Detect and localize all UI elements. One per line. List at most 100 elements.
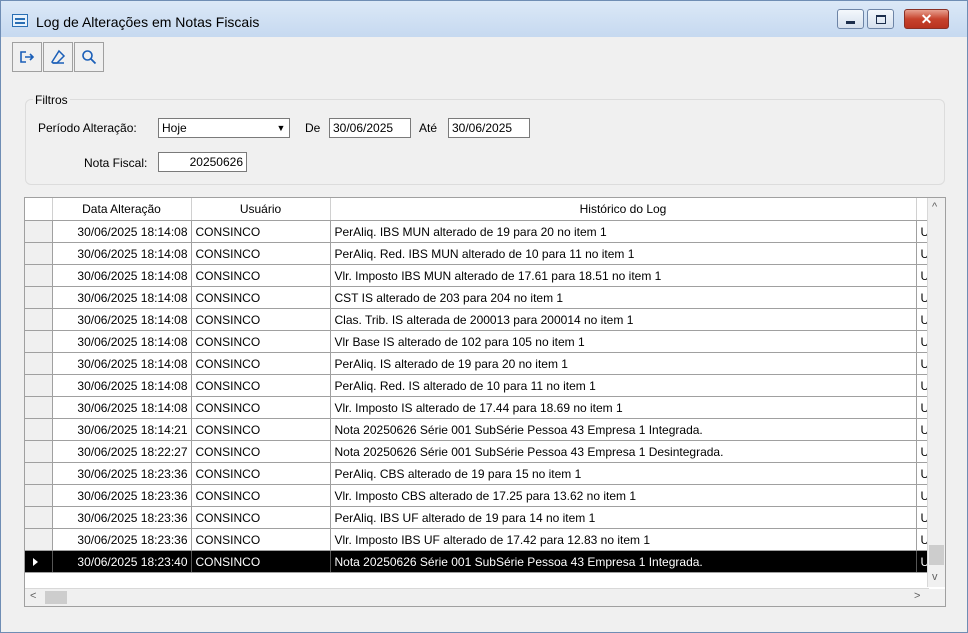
date-cell[interactable]: 30/06/2025 18:23:40 <box>52 550 192 573</box>
log-cell[interactable]: Nota 20250626 Série 001 SubSérie Pessoa … <box>330 440 917 463</box>
table-row[interactable]: 30/06/2025 18:23:36 CONSINCO Vlr. Imposto … <box>25 484 937 507</box>
de-date-field[interactable]: 30/06/2025 <box>329 118 411 138</box>
periodo-select[interactable]: Hoje ▼ <box>158 118 290 138</box>
log-cell[interactable]: Nota 20250626 Série 001 SubSérie Pessoa … <box>330 418 917 441</box>
row-indicator[interactable] <box>25 286 53 309</box>
row-indicator[interactable] <box>25 242 53 265</box>
date-cell[interactable]: 30/06/2025 18:23:36 <box>52 528 192 551</box>
user-cell[interactable]: CONSINCO <box>191 506 331 529</box>
column-header-user[interactable]: Usuário <box>191 198 331 221</box>
user-cell[interactable]: CONSINCO <box>191 242 331 265</box>
minimize-button[interactable] <box>837 9 864 29</box>
date-cell[interactable]: 30/06/2025 18:14:08 <box>52 308 192 331</box>
user-cell[interactable]: CONSINCO <box>191 418 331 441</box>
exit-button[interactable] <box>12 42 42 72</box>
table-row[interactable]: 30/06/2025 18:14:08 CONSINCO PerAliq. Red.… <box>25 374 937 397</box>
table-row[interactable]: 30/06/2025 18:23:36 CONSINCO PerAliq. IBS … <box>25 506 937 529</box>
date-cell[interactable]: 30/06/2025 18:23:36 <box>52 506 192 529</box>
table-row[interactable]: 30/06/2025 18:14:08 CONSINCO Vlr. Imposto … <box>25 264 937 287</box>
user-cell[interactable]: CONSINCO <box>191 484 331 507</box>
user-cell[interactable]: CONSINCO <box>191 220 331 243</box>
user-cell[interactable]: CONSINCO <box>191 286 331 309</box>
table-row[interactable]: 30/06/2025 18:22:27 CONSINCO Nota 20250626… <box>25 440 937 463</box>
user-cell[interactable]: CONSINCO <box>191 550 331 573</box>
log-cell[interactable]: PerAliq. IBS UF alterado de 19 para 14 n… <box>330 506 917 529</box>
user-cell[interactable]: CONSINCO <box>191 330 331 353</box>
maximize-button[interactable] <box>867 9 894 29</box>
date-cell[interactable]: 30/06/2025 18:14:08 <box>52 242 192 265</box>
user-cell[interactable]: CONSINCO <box>191 352 331 375</box>
user-cell[interactable]: CONSINCO <box>191 264 331 287</box>
search-button[interactable] <box>74 42 104 72</box>
row-indicator[interactable] <box>25 484 53 507</box>
row-indicator[interactable] <box>25 308 53 331</box>
ate-date-field[interactable]: 30/06/2025 <box>448 118 530 138</box>
log-cell[interactable]: Vlr. Imposto IBS MUN alterado de 17.61 p… <box>330 264 917 287</box>
table-row[interactable]: 30/06/2025 18:14:08 CONSINCO Clas. Trib. I… <box>25 308 937 331</box>
vertical-scroll-thumb[interactable] <box>929 545 944 565</box>
row-indicator[interactable] <box>25 396 53 419</box>
date-cell[interactable]: 30/06/2025 18:23:36 <box>52 484 192 507</box>
date-cell[interactable]: 30/06/2025 18:14:08 <box>52 264 192 287</box>
row-indicator[interactable] <box>25 374 53 397</box>
date-cell[interactable]: 30/06/2025 18:14:08 <box>52 330 192 353</box>
row-indicator[interactable] <box>25 330 53 353</box>
nota-fiscal-field[interactable]: 20250626 <box>158 152 247 172</box>
log-grid[interactable]: Data Alteração Usuário Histórico do Log … <box>24 197 946 607</box>
table-row[interactable]: 30/06/2025 18:14:08 CONSINCO PerAliq. Red.… <box>25 242 937 265</box>
log-cell[interactable]: Vlr. Imposto CBS alterado de 17.25 para … <box>330 484 917 507</box>
table-row[interactable]: 30/06/2025 18:14:08 CONSINCO CST IS altera… <box>25 286 937 309</box>
scroll-left-icon[interactable]: < <box>30 590 36 602</box>
date-cell[interactable]: 30/06/2025 18:14:08 <box>52 396 192 419</box>
date-cell[interactable]: 30/06/2025 18:23:36 <box>52 462 192 485</box>
log-cell[interactable]: PerAliq. Red. IS alterado de 10 para 11 … <box>330 374 917 397</box>
scroll-down-icon[interactable]: v <box>932 571 938 583</box>
chevron-down-icon[interactable]: ▼ <box>273 119 289 137</box>
log-cell[interactable]: PerAliq. IS alterado de 19 para 20 no it… <box>330 352 917 375</box>
table-row[interactable]: 30/06/2025 18:14:21 CONSINCO Nota 20250626… <box>25 418 937 441</box>
user-cell[interactable]: CONSINCO <box>191 396 331 419</box>
date-cell[interactable]: 30/06/2025 18:14:08 <box>52 352 192 375</box>
log-cell[interactable]: Vlr Base IS alterado de 102 para 105 no … <box>330 330 917 353</box>
close-button[interactable]: ✕ <box>904 9 949 29</box>
table-row[interactable]: 30/06/2025 18:14:08 CONSINCO PerAliq. IS a… <box>25 352 937 375</box>
user-cell[interactable]: CONSINCO <box>191 308 331 331</box>
date-cell[interactable]: 30/06/2025 18:14:08 <box>52 286 192 309</box>
log-cell[interactable]: CST IS alterado de 203 para 204 no item … <box>330 286 917 309</box>
date-cell[interactable]: 30/06/2025 18:22:27 <box>52 440 192 463</box>
scroll-up-icon[interactable]: ^ <box>932 201 937 213</box>
table-row[interactable]: 30/06/2025 18:14:08 CONSINCO Vlr Base IS a… <box>25 330 937 353</box>
table-row[interactable]: 30/06/2025 18:23:36 CONSINCO Vlr. Imposto … <box>25 528 937 551</box>
date-cell[interactable]: 30/06/2025 18:14:08 <box>52 220 192 243</box>
user-cell[interactable]: CONSINCO <box>191 528 331 551</box>
row-indicator[interactable] <box>25 220 53 243</box>
date-cell[interactable]: 30/06/2025 18:14:08 <box>52 374 192 397</box>
row-indicator[interactable] <box>25 528 53 551</box>
title-bar[interactable]: Log de Alterações em Notas Fiscais ✕ <box>1 1 967 37</box>
user-cell[interactable]: CONSINCO <box>191 374 331 397</box>
user-cell[interactable]: CONSINCO <box>191 462 331 485</box>
row-indicator[interactable] <box>25 440 53 463</box>
row-indicator[interactable] <box>25 418 53 441</box>
table-row[interactable]: 30/06/2025 18:14:08 CONSINCO PerAliq. IBS … <box>25 220 937 243</box>
table-row[interactable]: 30/06/2025 18:14:08 CONSINCO Vlr. Imposto … <box>25 396 937 419</box>
horizontal-scroll-thumb[interactable] <box>45 591 67 604</box>
row-indicator[interactable] <box>25 264 53 287</box>
vertical-scrollbar[interactable]: ^ v <box>927 198 945 587</box>
row-indicator[interactable] <box>25 550 53 573</box>
log-cell[interactable]: PerAliq. CBS alterado de 19 para 15 no i… <box>330 462 917 485</box>
log-cell[interactable]: Nota 20250626 Série 001 SubSérie Pessoa … <box>330 550 917 573</box>
column-header-log[interactable]: Histórico do Log <box>330 198 917 221</box>
row-indicator[interactable] <box>25 506 53 529</box>
row-indicator[interactable] <box>25 462 53 485</box>
log-cell[interactable]: Vlr. Imposto IS alterado de 17.44 para 1… <box>330 396 917 419</box>
horizontal-scrollbar[interactable]: < > <box>25 588 929 606</box>
user-cell[interactable]: CONSINCO <box>191 440 331 463</box>
clear-button[interactable] <box>43 42 73 72</box>
date-cell[interactable]: 30/06/2025 18:14:21 <box>52 418 192 441</box>
table-row[interactable]: 30/06/2025 18:23:36 CONSINCO PerAliq. CBS … <box>25 462 937 485</box>
table-row[interactable]: 30/06/2025 18:23:40 CONSINCO Nota 20250626… <box>25 550 937 573</box>
scroll-right-icon[interactable]: > <box>914 590 920 602</box>
column-header-date[interactable]: Data Alteração <box>52 198 192 221</box>
row-indicator[interactable] <box>25 352 53 375</box>
